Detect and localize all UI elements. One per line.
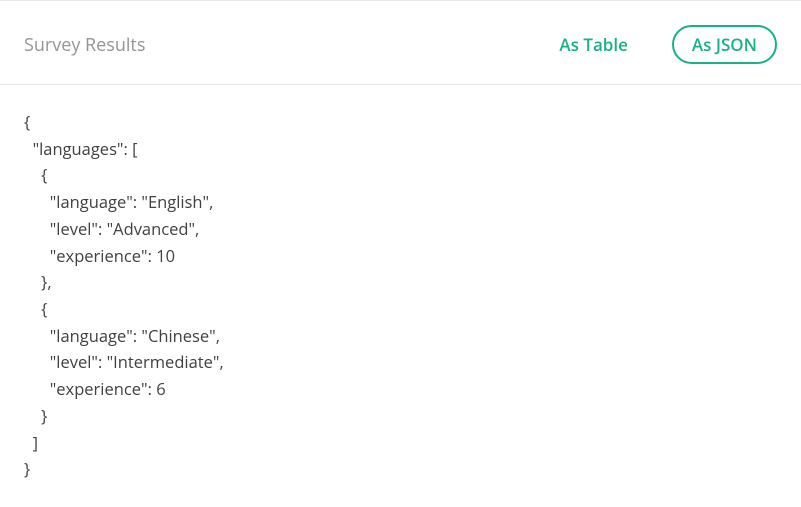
page-title: Survey Results [24,33,145,57]
results-header: Survey Results As Table As JSON [0,1,801,85]
tab-as-table[interactable]: As Table [539,25,648,64]
results-content: { "languages": [ { "language": "English"… [0,85,801,507]
tab-as-json[interactable]: As JSON [672,25,777,64]
view-tabs: As Table As JSON [539,25,777,64]
json-output: { "languages": [ { "language": "English"… [24,109,777,483]
